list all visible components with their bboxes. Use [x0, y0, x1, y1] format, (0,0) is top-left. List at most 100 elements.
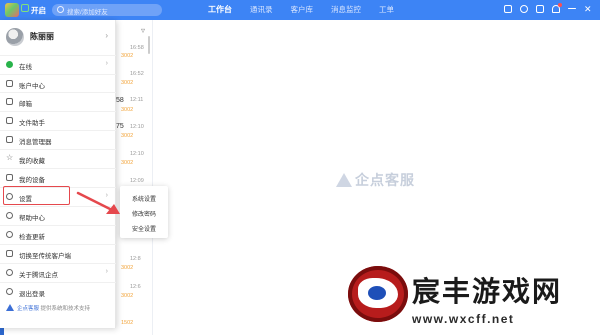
tab-tickets[interactable]: 工单: [379, 0, 394, 20]
start-label[interactable]: 开启: [31, 5, 46, 16]
center-brand: 企点客服: [336, 170, 415, 190]
center-brand-text: 企点客服: [355, 172, 415, 188]
conversation-time: 16:58: [130, 45, 144, 51]
menu-item-message-manager[interactable]: 消息管理器: [0, 130, 116, 148]
conversation-badge: 3002: [121, 160, 134, 166]
conversation-time: 12:11: [130, 97, 144, 103]
menu-item-account-center[interactable]: 账户中心: [0, 74, 116, 92]
camera-icon[interactable]: [504, 5, 512, 13]
top-bar: 开启 搜索/添加好友 工作台 通讯录 客户库 消息监控 工单 ✕: [0, 0, 600, 20]
user-avatar[interactable]: [5, 3, 19, 17]
watermark-logo-icon: [348, 266, 408, 322]
menu-item-mail[interactable]: 邮箱: [0, 92, 116, 110]
avatar: [6, 28, 24, 46]
search-box[interactable]: 搜索/添加好友: [52, 4, 162, 16]
help-icon: [6, 212, 13, 219]
conversation-badge: 3002: [121, 80, 134, 86]
footer-brand: 企点客服: [17, 306, 40, 312]
conversation-badge: 3002: [121, 107, 134, 113]
search-input[interactable]: 搜索/添加好友: [67, 6, 108, 16]
submenu-system-settings[interactable]: 系统设置: [120, 194, 168, 203]
search-icon: [57, 6, 64, 13]
watermark: 宸丰游戏网 www.wxcff.net: [348, 266, 596, 332]
switch-icon: [6, 250, 13, 257]
chevron-right-icon: ›: [105, 31, 108, 40]
star-icon: ☆: [6, 153, 14, 162]
conversation-name-fragment: 75: [116, 123, 124, 130]
conversation-badge: 3002: [121, 53, 134, 59]
menu-item-check-update[interactable]: 检查更新: [0, 225, 116, 243]
mail-icon: [6, 98, 13, 105]
conversation-badge: 3002: [121, 265, 134, 271]
menu-item-favorites[interactable]: ☆ 我的收藏: [0, 149, 116, 167]
menu-item-label: 检查更新: [19, 234, 45, 241]
settings-highlight: [3, 186, 70, 205]
conversation-badge: 1502: [121, 320, 134, 326]
conversation-name-fragment: 58: [116, 97, 124, 104]
menu-item-label: 文件助手: [19, 120, 45, 127]
close-icon[interactable]: ✕: [584, 5, 592, 14]
footer-text: 提供系统和技术支持: [40, 306, 91, 312]
menu-item-label: 我的设备: [19, 177, 45, 184]
menu-item-label: 切换至传统客户端: [19, 253, 71, 260]
online-status-icon: [6, 61, 13, 68]
conversation-scrollbar[interactable]: [148, 36, 150, 54]
profile-header[interactable]: 陈丽丽 ›: [0, 20, 116, 55]
watermark-logo-core: [368, 286, 386, 300]
conversation-time: 12:10: [130, 124, 144, 130]
watermark-title: 宸丰游戏网: [412, 275, 563, 308]
watermark-url: www.wxcff.net: [412, 312, 515, 326]
qidian-logo-icon: [336, 173, 352, 187]
menu-item-label: 邮箱: [19, 101, 32, 108]
menu-item-label: 帮助中心: [19, 215, 45, 222]
menu-item-logout[interactable]: 退出登录: [0, 282, 116, 300]
conversation-badge: 3002: [121, 133, 134, 139]
bell-icon[interactable]: [552, 3, 562, 13]
menu-item-label: 消息管理器: [19, 139, 52, 146]
chevron-right-icon: ›: [105, 268, 108, 275]
tab-contacts[interactable]: 通讯录: [250, 0, 273, 20]
menu-item-label: 在线: [19, 64, 32, 71]
menu-item-label: 关于腾讯企点: [19, 272, 58, 279]
main-tabs: 工作台 通讯录 客户库 消息监控 工单: [208, 0, 412, 20]
conversation-time: 16:52: [130, 71, 144, 77]
start-icon: [21, 4, 29, 12]
phone-icon[interactable]: [536, 5, 544, 13]
menu-item-file-assistant[interactable]: 文件助手: [0, 111, 116, 129]
folder-icon: [6, 117, 13, 124]
update-icon: [6, 231, 13, 238]
tab-message-monitor[interactable]: 消息监控: [331, 0, 361, 20]
device-icon: [6, 174, 13, 181]
menu-item-label: 账户中心: [19, 83, 45, 90]
message-manager-icon: [6, 136, 13, 143]
menu-item-label: 我的收藏: [19, 158, 45, 165]
menu-item-about[interactable]: 关于腾讯企点 ›: [0, 263, 116, 281]
menu-footer: 企点客服 提供系统和技术支持: [6, 304, 90, 312]
annotation-arrow: [76, 191, 120, 214]
conversation-time: 12:10: [130, 151, 144, 157]
filter-icon[interactable]: ▿: [141, 26, 145, 35]
conversation-badge: 3002: [121, 293, 134, 299]
qidian-logo-icon: [6, 304, 14, 311]
menu-item-online[interactable]: 在线 ›: [0, 55, 116, 73]
submenu-change-password[interactable]: 修改密码: [120, 209, 168, 218]
chevron-right-icon: ›: [105, 60, 108, 67]
menu-item-label: 退出登录: [19, 291, 45, 298]
logout-icon: [6, 288, 13, 295]
menu-item-switch-client[interactable]: 切换至传统客户端: [0, 244, 116, 262]
clock-icon[interactable]: [520, 5, 528, 13]
tab-customers[interactable]: 客户库: [291, 0, 314, 20]
submenu-security-settings[interactable]: 安全设置: [120, 224, 168, 233]
panel-divider: [152, 20, 153, 335]
profile-menu: 陈丽丽 › 在线 › 账户中心 邮箱 文件助手 消息管理器 ☆ 我的收藏 我的设…: [0, 20, 116, 328]
home-icon: [6, 80, 13, 87]
menu-item-devices[interactable]: 我的设备: [0, 168, 116, 186]
settings-submenu: 系统设置 修改密码 安全设置: [120, 186, 168, 238]
conversation-time: 12:6: [130, 284, 141, 290]
minimize-icon[interactable]: [568, 8, 576, 10]
conversation-time: 12:8: [130, 256, 141, 262]
window-controls: ✕: [504, 3, 592, 14]
conversation-time: 12:09: [130, 178, 144, 184]
tab-workbench[interactable]: 工作台: [208, 0, 232, 20]
info-icon: [6, 269, 13, 276]
